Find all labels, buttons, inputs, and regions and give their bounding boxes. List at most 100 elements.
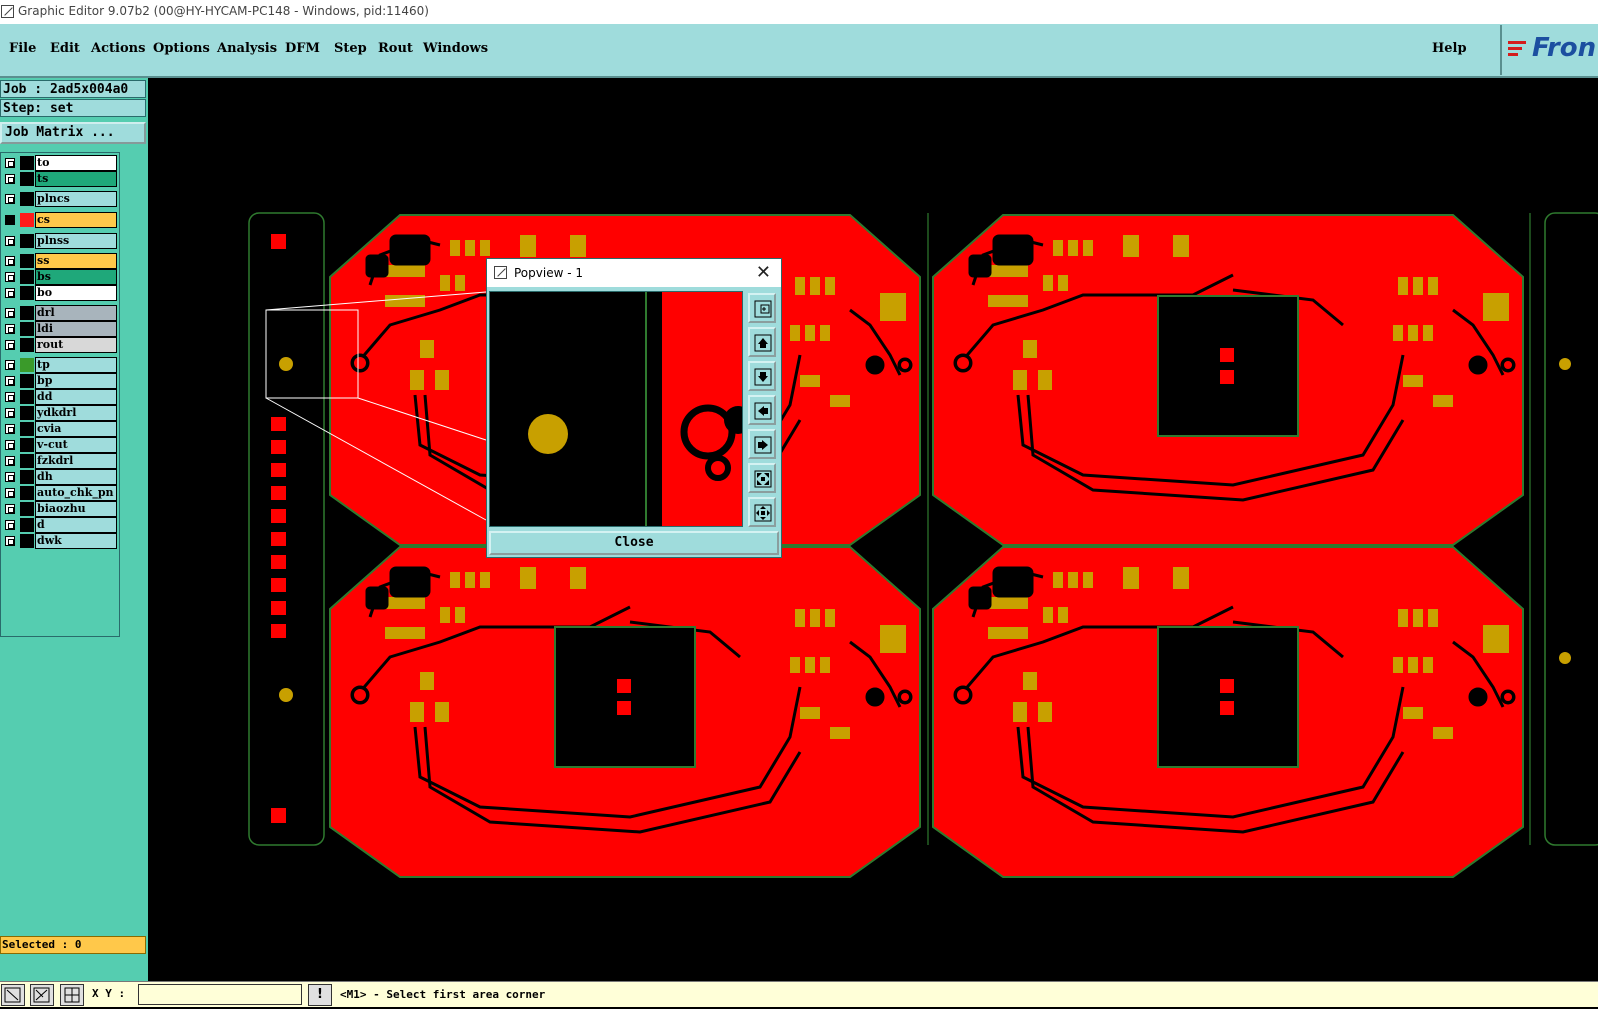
layer-row-ts[interactable]: ts: [1, 171, 119, 187]
layer-name[interactable]: drl: [35, 305, 117, 321]
layer-color-swatch[interactable]: [20, 254, 34, 268]
layer-name[interactable]: dwk: [35, 533, 117, 549]
layer-row-bo[interactable]: bo: [1, 285, 119, 301]
layer-row-cs[interactable]: cs: [1, 212, 119, 228]
layer-row-dwk[interactable]: dwk: [1, 533, 119, 549]
layer-checkbox[interactable]: [5, 504, 15, 514]
layer-row-auto_chk_pn[interactable]: auto_chk_pn: [1, 485, 119, 501]
layer-row-rout[interactable]: rout: [1, 337, 119, 353]
layer-name[interactable]: plncs: [35, 191, 117, 207]
zoom-in-icon[interactable]: [748, 293, 776, 323]
layer-color-swatch[interactable]: [20, 270, 34, 284]
layer-color-swatch[interactable]: [20, 213, 34, 227]
layer-row-to[interactable]: to: [1, 155, 119, 171]
layer-checkbox[interactable]: [5, 408, 15, 418]
menu-file[interactable]: File: [9, 41, 36, 56]
layer-checkbox[interactable]: [5, 472, 15, 482]
layer-row-dd[interactable]: dd: [1, 389, 119, 405]
zoom-fit-icon[interactable]: [748, 463, 776, 493]
popview-viewport[interactable]: [489, 291, 743, 527]
layer-checkbox[interactable]: [5, 488, 15, 498]
layer-name[interactable]: ss: [35, 253, 117, 269]
layer-row-v-cut[interactable]: v-cut: [1, 437, 119, 453]
layer-checkbox[interactable]: [5, 174, 15, 184]
grid-icon[interactable]: [60, 984, 84, 1006]
layer-name[interactable]: to: [35, 155, 117, 171]
layer-checkbox[interactable]: [5, 288, 15, 298]
layer-name[interactable]: tp: [35, 357, 117, 373]
layer-row-dh[interactable]: dh: [1, 469, 119, 485]
layer-checkbox[interactable]: [5, 440, 15, 450]
layer-row-ss[interactable]: ss: [1, 253, 119, 269]
layer-row-plncs[interactable]: plncs: [1, 191, 119, 207]
layer-checkbox[interactable]: [5, 340, 15, 350]
layer-name[interactable]: bo: [35, 285, 117, 301]
layer-row-bp[interactable]: bp: [1, 373, 119, 389]
layer-name[interactable]: ldi: [35, 321, 117, 337]
menu-help[interactable]: Help: [1432, 41, 1467, 56]
layer-name[interactable]: ydkdrl: [35, 405, 117, 421]
layer-checkbox[interactable]: [5, 360, 15, 370]
layer-name[interactable]: cs: [35, 212, 117, 228]
layer-name[interactable]: cvia: [35, 421, 117, 437]
layer-color-swatch[interactable]: [20, 406, 34, 420]
layer-row-bs[interactable]: bs: [1, 269, 119, 285]
layer-color-swatch[interactable]: [20, 438, 34, 452]
layer-checkbox[interactable]: [5, 424, 15, 434]
measure-icon[interactable]: [30, 984, 54, 1006]
layer-row-ldi[interactable]: ldi: [1, 321, 119, 337]
popview-close-icon[interactable]: ✕: [756, 262, 771, 283]
layer-checkbox[interactable]: [5, 536, 15, 546]
job-matrix-button[interactable]: Job Matrix ...: [0, 122, 146, 144]
layer-checkbox[interactable]: [5, 308, 15, 318]
layer-color-swatch[interactable]: [20, 358, 34, 372]
layer-color-swatch[interactable]: [20, 454, 34, 468]
layer-row-fzkdrl[interactable]: fzkdrl: [1, 453, 119, 469]
layer-name[interactable]: biaozhu: [35, 501, 117, 517]
layer-color-swatch[interactable]: [20, 470, 34, 484]
zoom-area-icon[interactable]: [1, 984, 25, 1006]
layer-color-swatch[interactable]: [20, 156, 34, 170]
layer-color-swatch[interactable]: [20, 502, 34, 516]
layer-color-swatch[interactable]: [20, 172, 34, 186]
graphic-canvas[interactable]: [148, 78, 1598, 981]
layer-name[interactable]: auto_chk_pn: [35, 485, 117, 501]
layer-row-cvia[interactable]: cvia: [1, 421, 119, 437]
layer-name[interactable]: d: [35, 517, 117, 533]
layer-color-swatch[interactable]: [20, 518, 34, 532]
layer-row-d[interactable]: d: [1, 517, 119, 533]
layer-name[interactable]: rout: [35, 337, 117, 353]
layer-checkbox[interactable]: [5, 272, 15, 282]
popview-titlebar[interactable]: Popview - 1 ✕: [487, 259, 781, 287]
menu-options[interactable]: Options: [153, 41, 210, 56]
xy-coordinate-input[interactable]: [138, 984, 302, 1005]
warning-button[interactable]: !: [308, 984, 332, 1006]
layer-color-swatch[interactable]: [20, 192, 34, 206]
layer-name[interactable]: plnss: [35, 233, 117, 249]
layer-checkbox[interactable]: [5, 392, 15, 402]
layer-checkbox[interactable]: [5, 256, 15, 266]
pan-left-icon[interactable]: [748, 395, 776, 425]
menu-dfm[interactable]: DFM: [285, 41, 320, 56]
layer-color-swatch[interactable]: [20, 422, 34, 436]
layer-color-swatch[interactable]: [20, 486, 34, 500]
layer-color-swatch[interactable]: [20, 234, 34, 248]
layer-row-tp[interactable]: tp: [1, 357, 119, 373]
layer-color-swatch[interactable]: [20, 374, 34, 388]
layer-name[interactable]: v-cut: [35, 437, 117, 453]
layer-checkbox[interactable]: [5, 236, 15, 246]
layer-checkbox[interactable]: [5, 194, 15, 204]
layer-name[interactable]: fzkdrl: [35, 453, 117, 469]
layer-checkbox[interactable]: [5, 456, 15, 466]
menu-step[interactable]: Step: [334, 41, 367, 56]
layer-color-swatch[interactable]: [20, 338, 34, 352]
layer-name[interactable]: bs: [35, 269, 117, 285]
pan-up-icon[interactable]: [748, 327, 776, 357]
layer-name[interactable]: ts: [35, 171, 117, 187]
zoom-home-icon[interactable]: [748, 497, 776, 527]
layer-row-ydkdrl[interactable]: ydkdrl: [1, 405, 119, 421]
pan-right-icon[interactable]: [748, 429, 776, 459]
layer-name[interactable]: dd: [35, 389, 117, 405]
menu-edit[interactable]: Edit: [50, 41, 80, 56]
layer-color-swatch[interactable]: [20, 306, 34, 320]
